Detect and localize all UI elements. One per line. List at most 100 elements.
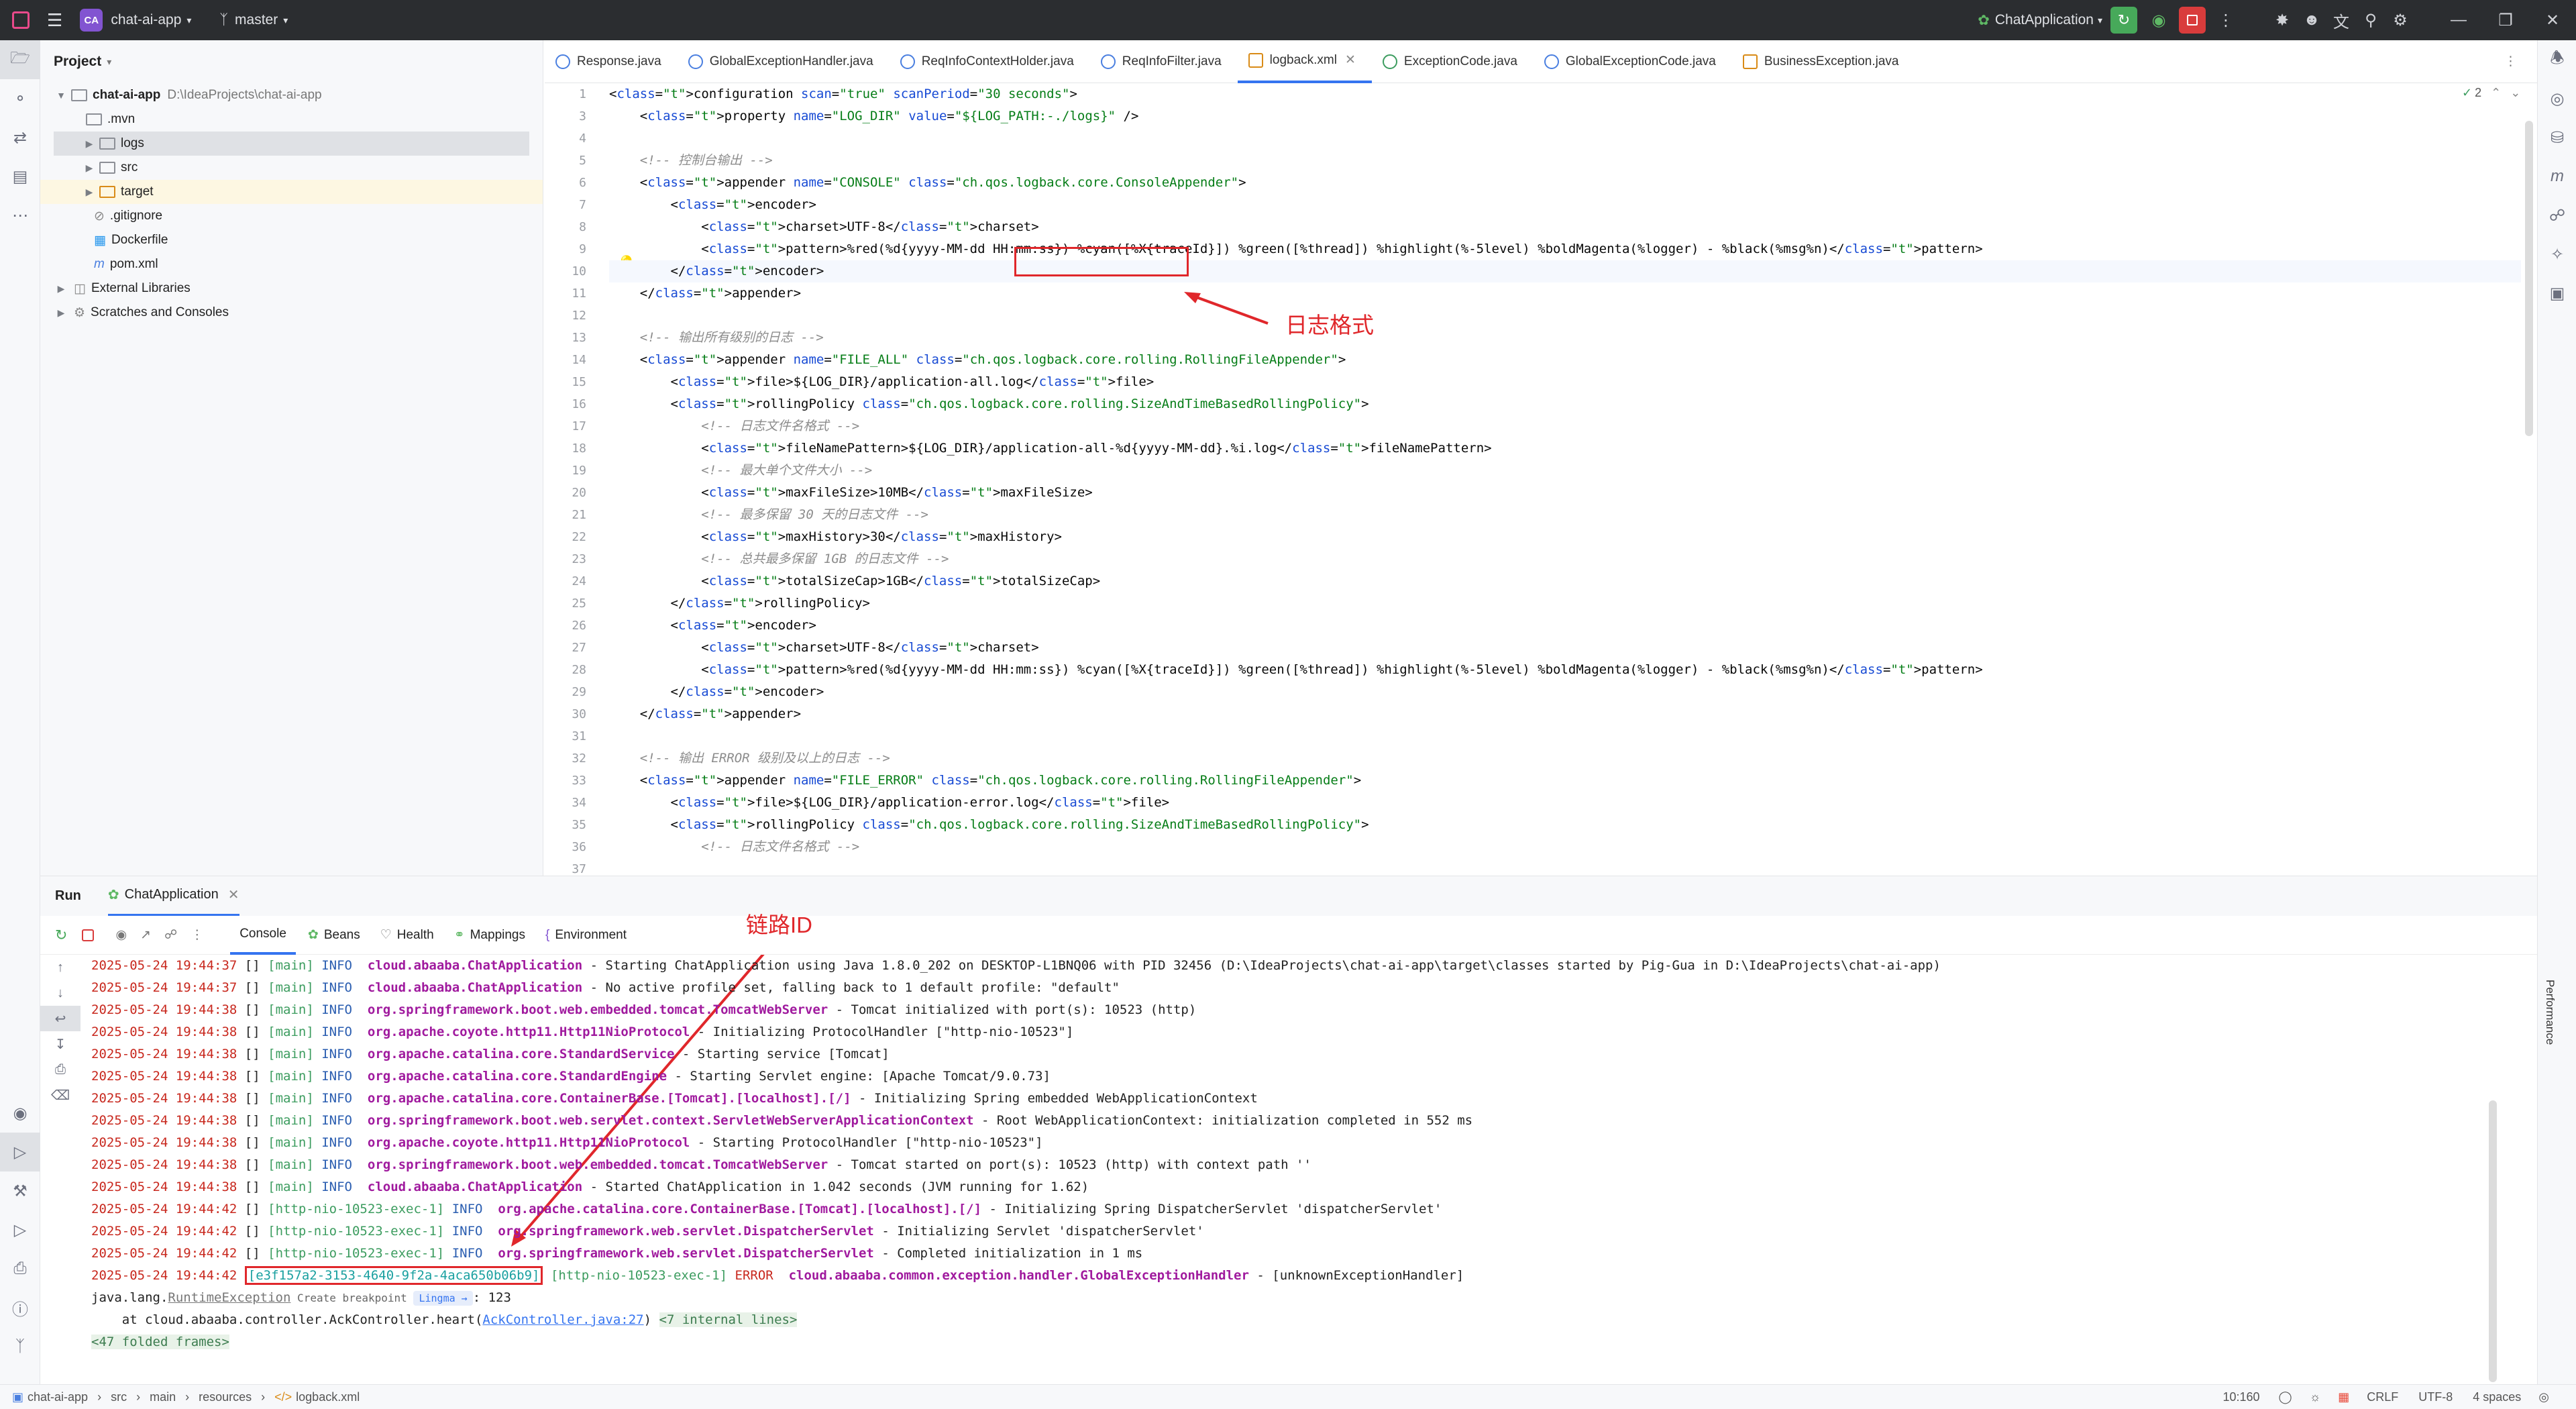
- rerun-icon[interactable]: ↻: [55, 927, 67, 944]
- trace-id: []: [244, 1202, 260, 1216]
- run-panel-title: Run: [55, 888, 81, 903]
- console-output[interactable]: 2025-05-24 19:44:37 [] [main] INFO cloud…: [40, 955, 2496, 1384]
- tab-health[interactable]: ♡ Health: [380, 927, 434, 943]
- trace-id: []: [244, 1047, 260, 1061]
- log-message: - Starting service [Tomcat]: [674, 1047, 890, 1061]
- log-message: - Initializing Spring DispatcherServlet …: [981, 1202, 1442, 1216]
- run-config-tab[interactable]: ✿ ChatApplication ✕: [107, 876, 239, 917]
- tab-beans[interactable]: ✿ Beans: [308, 927, 360, 943]
- xml-file-icon: </>: [274, 1390, 292, 1404]
- log-level: INFO: [321, 1025, 352, 1039]
- indent-setting[interactable]: 4 spaces: [2473, 1390, 2521, 1404]
- log-message: - Completed initialization in 1 ms: [873, 1246, 1143, 1261]
- tab-mappings[interactable]: ⚭ Mappings: [454, 927, 525, 943]
- log-timestamp: 2025-05-24 19:44:38: [91, 1069, 237, 1084]
- power-save-icon[interactable]: ☼: [2310, 1390, 2321, 1404]
- breadcrumb-item[interactable]: resources: [199, 1390, 252, 1404]
- lock-icon[interactable]: ◯: [2279, 1390, 2292, 1404]
- trace-id: []: [244, 980, 260, 995]
- console-line: 2025-05-24 19:44:38 [] [main] INFO org.a…: [40, 1132, 2496, 1154]
- chevron-right-icon: ›: [185, 1390, 190, 1404]
- lingma-button[interactable]: Lingma →: [413, 1291, 473, 1306]
- tab-environment[interactable]: {Environment: [545, 928, 627, 943]
- close-icon[interactable]: ✕: [228, 886, 239, 903]
- tab-label: Beans: [323, 927, 360, 942]
- tab-console[interactable]: Console: [230, 916, 296, 955]
- camera-icon[interactable]: ◉: [115, 927, 127, 943]
- log-timestamp: 2025-05-24 19:44:42: [91, 1246, 237, 1261]
- run-panel-header: Run ✿ ChatApplication ✕: [40, 876, 2537, 917]
- log-thread: [main]: [268, 980, 314, 995]
- breadcrumb-item[interactable]: main: [150, 1390, 176, 1404]
- trace-id: [e3f157a2-3153-4640-9f2a-4aca650b06b9]: [244, 1266, 543, 1285]
- log-logger: cloud.abaaba.ChatApplication: [367, 980, 583, 995]
- more-icon[interactable]: ⋮: [191, 927, 203, 943]
- log-message: - Root WebApplicationContext: initializa…: [973, 1113, 1473, 1128]
- tab-label: Health: [396, 927, 434, 942]
- git-icon[interactable]: ◎: [2538, 1390, 2549, 1404]
- console-line: 2025-05-24 19:44:37 [] [main] INFO cloud…: [40, 955, 2496, 977]
- log-level: INFO: [451, 1246, 483, 1261]
- log-message: - Initializing Servlet 'dispatcherServle…: [873, 1224, 1204, 1239]
- trace-id-annotation: 链路ID: [746, 912, 812, 937]
- log-thread: [main]: [268, 1113, 314, 1128]
- log-message: - Initializing Spring embedded WebApplic…: [851, 1091, 1258, 1106]
- windows-icon[interactable]: ▦: [2338, 1390, 2349, 1404]
- file-encoding[interactable]: UTF-8: [2418, 1390, 2453, 1404]
- log-timestamp: 2025-05-24 19:44:37: [91, 980, 237, 995]
- log-level: INFO: [321, 1157, 352, 1172]
- folded-frames-toggle[interactable]: <47 folded frames>: [40, 1331, 2496, 1353]
- log-level: INFO: [321, 980, 352, 995]
- internal-lines-toggle[interactable]: <7 internal lines>: [659, 1312, 798, 1327]
- console-line: 2025-05-24 19:44:38 [] [main] INFO org.s…: [40, 999, 2496, 1021]
- module-icon: ▣: [12, 1390, 24, 1404]
- console-scrollbar[interactable]: [2489, 1100, 2497, 1382]
- log-format-annotation: 日志格式: [1285, 313, 1374, 337]
- console-line: 2025-05-24 19:44:38 [] [main] INFO cloud…: [40, 1176, 2496, 1198]
- environment-icon: {: [545, 927, 550, 942]
- breadcrumb-item[interactable]: chat-ai-app: [28, 1390, 88, 1404]
- log-timestamp: 2025-05-24 19:44:37: [91, 958, 237, 973]
- log-thread: [http-nio-10523-exec-1]: [268, 1246, 445, 1261]
- trace-id: []: [244, 1069, 260, 1084]
- log-thread: [main]: [268, 1002, 314, 1017]
- log-level: INFO: [321, 958, 352, 973]
- create-breakpoint-link[interactable]: Create breakpoint: [290, 1292, 413, 1304]
- log-message: - Initializing ProtocolHandler ["http-ni…: [690, 1025, 1074, 1039]
- console-line: 2025-05-24 19:44:38 [] [main] INFO org.a…: [40, 1088, 2496, 1110]
- export-icon[interactable]: ↗: [140, 927, 151, 943]
- folded-frames-label: <47 folded frames>: [91, 1335, 229, 1349]
- breadcrumb-item[interactable]: src: [111, 1390, 127, 1404]
- trace-id: []: [244, 1113, 260, 1128]
- trace-id: []: [244, 1224, 260, 1239]
- attach-icon[interactable]: ☍: [164, 927, 177, 943]
- stack-frame-link[interactable]: AckController.java:27: [482, 1312, 643, 1327]
- log-logger: cloud.abaaba.ChatApplication: [367, 958, 583, 973]
- tab-label: Console: [239, 926, 286, 941]
- log-thread: [main]: [268, 1091, 314, 1106]
- log-thread: [main]: [268, 1047, 314, 1061]
- log-level: INFO: [321, 1002, 352, 1017]
- breadcrumb-item[interactable]: logback.xml: [296, 1390, 360, 1404]
- log-logger: org.springframework.boot.web.servlet.con…: [367, 1113, 974, 1128]
- chevron-right-icon: ›: [97, 1390, 102, 1404]
- stop-icon[interactable]: [82, 929, 95, 941]
- exception-name-link[interactable]: RuntimeException: [168, 1290, 290, 1305]
- log-message: - Starting ChatApplication using Java 1.…: [582, 958, 1941, 973]
- stack-frame-line: at cloud.abaaba.controller.AckController…: [91, 1312, 798, 1327]
- console-line: 2025-05-24 19:44:37 [] [main] INFO cloud…: [40, 977, 2496, 999]
- console-line: 2025-05-24 19:44:42 [] [http-nio-10523-e…: [40, 1243, 2496, 1265]
- line-separator[interactable]: CRLF: [2367, 1390, 2398, 1404]
- log-logger: org.springframework.web.servlet.Dispatch…: [498, 1224, 874, 1239]
- log-timestamp: 2025-05-24 19:44:38: [91, 1113, 237, 1128]
- log-level: INFO: [321, 1069, 352, 1084]
- log-message: - Started ChatApplication in 1.042 secon…: [582, 1180, 1089, 1194]
- log-message: - [unknownExceptionHandler]: [1248, 1268, 1464, 1283]
- caret-position[interactable]: 10:160: [2222, 1390, 2259, 1404]
- log-timestamp: 2025-05-24 19:44:42: [91, 1224, 237, 1239]
- log-thread: [main]: [268, 1025, 314, 1039]
- spring-icon: ✿: [107, 888, 119, 902]
- log-logger: cloud.abaaba.common.exception.handler.Gl…: [788, 1268, 1249, 1283]
- exception-line: java.lang.RuntimeException Create breakp…: [91, 1290, 511, 1306]
- chevron-right-icon: ›: [261, 1390, 266, 1404]
